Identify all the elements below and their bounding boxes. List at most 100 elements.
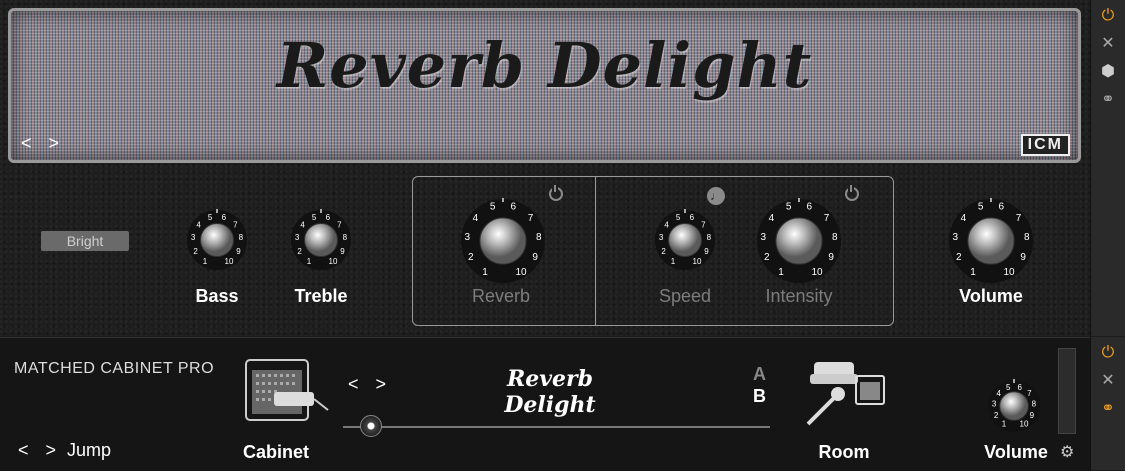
speed-knob[interactable]: 1 2 3 4 5 6 7 8 9 10 <box>653 208 717 272</box>
slot-a-button[interactable]: A <box>753 364 766 385</box>
speed-scale-7: 7 <box>701 221 706 230</box>
cabinet-icon[interactable] <box>244 356 330 426</box>
treble-scale-7: 7 <box>337 221 342 230</box>
reverb-scale-10: 10 <box>515 267 527 278</box>
volume-scale-7: 7 <box>1016 213 1022 224</box>
speed-scale-4: 4 <box>664 221 669 230</box>
intensity-scale-7: 7 <box>824 213 830 224</box>
reverb-knob[interactable]: 1 2 3 4 5 6 7 8 9 10 <box>459 197 547 285</box>
speed-sync-icon[interactable]: ♩ <box>707 187 725 205</box>
cabinet-volume-scale-4: 4 <box>996 389 1001 398</box>
speed-scale-5: 5 <box>676 213 681 222</box>
treble-label: Treble <box>294 286 348 306</box>
cabinet-link-icon[interactable]: ⚭ <box>1098 399 1118 419</box>
cabinet-volume-scale-8: 8 <box>1032 400 1037 409</box>
speed-scale-9: 9 <box>704 247 709 256</box>
treble-knob[interactable]: 1 2 3 4 5 6 7 8 9 10 <box>289 208 353 272</box>
volume-scale-8: 8 <box>1024 232 1030 243</box>
intensity-label: Intensity <box>765 286 833 306</box>
intensity-scale-9: 9 <box>828 252 834 263</box>
cabinet-module-title: MATCHED CABINET PRO <box>14 360 215 377</box>
mic-position-track[interactable] <box>343 426 770 428</box>
bass-scale-9: 9 <box>236 247 241 256</box>
output-level-meter <box>1058 348 1076 434</box>
cabinet-nav[interactable]: < > <box>348 374 392 395</box>
intensity-scale-1: 1 <box>778 267 784 278</box>
intensity-scale-8: 8 <box>832 232 838 243</box>
reverb-scale-7: 7 <box>528 213 534 224</box>
treble-scale-8: 8 <box>343 233 348 242</box>
cabinet-volume-cap <box>999 391 1029 421</box>
treble-scale-10: 10 <box>329 257 338 266</box>
intensity-scale-5: 5 <box>786 202 792 213</box>
bass-scale-5: 5 <box>208 213 213 222</box>
tremolo-power-icon[interactable] <box>845 185 859 201</box>
reverb-scale-3: 3 <box>464 232 470 243</box>
bass-cap <box>200 223 234 257</box>
cabinet-collapse-icon[interactable]: ✕ <box>1098 371 1118 391</box>
treble-scale-5: 5 <box>312 213 317 222</box>
reverb-power-icon[interactable] <box>549 185 563 201</box>
amp-power-icon[interactable]: ⏻ <box>1098 6 1118 26</box>
cabinet-volume-scale-7: 7 <box>1027 389 1032 398</box>
speed-scale-1: 1 <box>671 257 676 266</box>
volume-cap <box>967 217 1015 265</box>
intensity-scale-10: 10 <box>811 267 823 278</box>
intensity-scale-4: 4 <box>769 213 775 224</box>
bass-scale-7: 7 <box>233 221 238 230</box>
speed-scale-8: 8 <box>707 233 712 242</box>
volume-scale-9: 9 <box>1020 252 1026 263</box>
reverb-scale-9: 9 <box>532 252 538 263</box>
reverb-cap <box>479 217 527 265</box>
reverb-scale-8: 8 <box>536 232 542 243</box>
bass-scale-10: 10 <box>225 257 234 266</box>
effects-divider <box>595 177 596 325</box>
intensity-knob[interactable]: 1 2 3 4 5 6 7 8 9 10 <box>755 197 843 285</box>
cabinet-power-icon[interactable]: ⏻ <box>1098 343 1118 363</box>
amp-logo: Reverb Delight <box>276 29 813 102</box>
treble-scale-2: 2 <box>297 247 302 256</box>
amp-collapse-icon[interactable]: ✕ <box>1098 34 1118 54</box>
treble-scale-6: 6 <box>326 213 331 222</box>
cabinet-volume-scale-2: 2 <box>994 411 999 420</box>
gear-icon[interactable]: ⚙ <box>1060 442 1074 462</box>
slot-b-button[interactable]: B <box>753 386 766 407</box>
intensity-scale-2: 2 <box>764 252 770 263</box>
jump-nav[interactable]: < > <box>18 440 62 460</box>
speaker-grille: Reverb Delight < > ICM <box>8 8 1081 163</box>
cabinet-name: Reverb Delight <box>504 366 596 418</box>
cabinet-volume-scale-1: 1 <box>1002 419 1007 428</box>
cabinet-volume-scale-6: 6 <box>1018 383 1023 392</box>
treble-cap <box>304 223 338 257</box>
bass-scale-2: 2 <box>193 247 198 256</box>
treble-scale-3: 3 <box>295 233 300 242</box>
volume-scale-2: 2 <box>956 252 962 263</box>
reverb-scale-1: 1 <box>482 267 488 278</box>
cabinet-label: Cabinet <box>242 442 309 462</box>
reverb-scale-6: 6 <box>511 202 517 213</box>
bass-scale-6: 6 <box>222 213 227 222</box>
amp-preset-nav[interactable]: < > <box>21 133 65 154</box>
amp-panel: Reverb Delight < > ICM Bright 1234567891… <box>0 0 1091 336</box>
volume-knob[interactable]: 1 2 3 4 5 6 7 8 9 10 <box>947 197 1035 285</box>
bright-switch[interactable]: Bright <box>41 231 129 251</box>
speed-cap <box>668 223 702 257</box>
speed-scale-6: 6 <box>690 213 695 222</box>
volume-scale-3: 3 <box>952 232 958 243</box>
volume-scale-5: 5 <box>978 202 984 213</box>
bass-scale-8: 8 <box>239 233 244 242</box>
treble-scale-9: 9 <box>340 247 345 256</box>
amp-preset-icon[interactable]: ⬢ <box>1098 62 1118 82</box>
bass-knob[interactable]: 1 2 3 4 5 6 7 8 9 10 <box>185 208 249 272</box>
reverb-scale-2: 2 <box>468 252 474 263</box>
jump-control[interactable]: < > Jump <box>18 440 111 461</box>
speed-scale-2: 2 <box>661 247 666 256</box>
brand-badge: ICM <box>1020 134 1070 156</box>
amp-link-icon[interactable]: ⚭ <box>1098 90 1118 110</box>
cabinet-volume-knob[interactable]: 1 2 3 4 5 6 7 8 9 10 <box>986 378 1042 434</box>
bass-scale-4: 4 <box>196 221 201 230</box>
cabinet-volume-scale-9: 9 <box>1030 411 1035 420</box>
mic-position-handle[interactable] <box>360 415 382 437</box>
room-icon[interactable] <box>800 356 890 430</box>
volume-scale-1: 1 <box>970 267 976 278</box>
